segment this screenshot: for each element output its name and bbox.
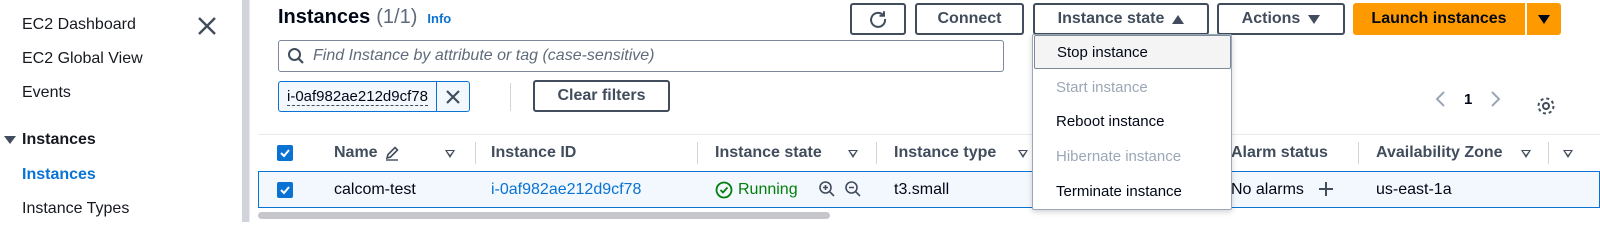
refresh-button[interactable] <box>850 3 906 35</box>
close-icon <box>446 89 460 104</box>
menu-item-terminate-instance[interactable]: Terminate instance <box>1033 174 1231 208</box>
column-header-label: Name <box>334 144 378 161</box>
sidebar-item-ec2-dashboard[interactable]: EC2 Dashboard <box>22 16 136 34</box>
sidebar: EC2 Dashboard EC2 Global View Events Ins… <box>0 0 242 222</box>
filter-token-label[interactable]: i-0af982ae212d9cf78 <box>279 82 437 111</box>
add-alarm-icon[interactable] <box>1318 181 1334 197</box>
menu-item-hibernate-instance: Hibernate instance <box>1056 147 1182 165</box>
column-divider <box>475 142 476 164</box>
actions-button[interactable]: Actions <box>1217 3 1345 35</box>
gear-icon[interactable] <box>1536 96 1556 116</box>
sidebar-section-label: Instances <box>22 131 96 148</box>
instances-panel: Instances (1/1) Info Connect Instance st… <box>250 0 1600 222</box>
sidebar-item-events[interactable]: Events <box>22 84 71 102</box>
search-bar[interactable] <box>278 40 1004 72</box>
sort-icon[interactable] <box>848 150 858 158</box>
sidebar-item-ec2-global-view[interactable]: EC2 Global View <box>22 50 143 68</box>
column-header-availability-zone[interactable]: Availability Zone <box>1376 135 1503 171</box>
sidebar-resize-handle[interactable] <box>242 0 249 222</box>
table-header: Name Instance ID Instance state Instance… <box>258 134 1600 170</box>
search-input[interactable] <box>313 47 993 65</box>
instance-state-menu: Stop instance Start instance Reboot inst… <box>1032 34 1232 210</box>
edit-icon <box>385 146 399 161</box>
search-icon <box>288 48 304 64</box>
caret-down-icon <box>1538 14 1550 24</box>
chevron-right-icon[interactable] <box>1488 90 1502 108</box>
column-header-instance-type[interactable]: Instance type <box>894 135 996 171</box>
column-header-alarm-status[interactable]: Alarm status <box>1231 135 1328 171</box>
launch-instances-button[interactable]: Launch instances <box>1353 3 1525 35</box>
cell-instance-id-link[interactable]: i-0af982ae212d9cf78 <box>491 172 641 207</box>
menu-item-start-instance: Start instance <box>1056 78 1148 96</box>
menu-item-stop-instance[interactable]: Stop instance <box>1034 35 1231 69</box>
page-title-text: Instances <box>278 6 371 28</box>
cell-availability-zone: us-east-1a <box>1376 180 1452 198</box>
instance-state-button[interactable]: Instance state <box>1033 3 1209 35</box>
column-header-instance-state[interactable]: Instance state <box>715 135 822 171</box>
zoom-out-icon[interactable] <box>844 180 862 198</box>
menu-item-reboot-instance[interactable]: Reboot instance <box>1033 104 1231 138</box>
row-checkbox[interactable] <box>277 172 293 207</box>
info-link[interactable]: Info <box>427 11 451 26</box>
check-icon <box>280 149 290 158</box>
filter-token: i-0af982ae212d9cf78 <box>278 81 470 112</box>
column-divider <box>876 142 877 164</box>
pagination: 1 <box>1434 90 1502 108</box>
connect-button[interactable]: Connect <box>915 3 1024 35</box>
caret-down-icon <box>1308 14 1321 24</box>
column-divider <box>697 142 698 164</box>
instance-count: (1/1) <box>376 6 418 28</box>
checkbox[interactable] <box>277 181 293 198</box>
column-divider <box>1548 142 1549 164</box>
sort-icon[interactable] <box>1018 150 1028 158</box>
status-text: Running <box>738 180 798 198</box>
column-divider <box>1358 142 1359 164</box>
launch-options-button[interactable] <box>1527 3 1561 35</box>
cell-instance-type: t3.small <box>894 180 950 198</box>
cell-name: calcom-test <box>334 180 416 198</box>
select-all-checkbox[interactable] <box>277 135 293 171</box>
refresh-icon <box>870 11 887 28</box>
sidebar-item-instance-types[interactable]: Instance Types <box>22 200 129 218</box>
sort-icon[interactable] <box>445 150 455 158</box>
table-row[interactable]: calcom-test i-0af982ae212d9cf78 Running … <box>258 171 1600 208</box>
clear-filters-button[interactable]: Clear filters <box>533 80 670 112</box>
chevron-left-icon[interactable] <box>1434 90 1448 108</box>
instance-state-button-label: Instance state <box>1057 10 1165 27</box>
page-number[interactable]: 1 <box>1464 91 1472 108</box>
caret-up-icon <box>1172 14 1185 24</box>
close-icon[interactable] <box>196 15 218 37</box>
column-header-name[interactable]: Name <box>334 135 400 171</box>
cell-alarm-status: No alarms <box>1231 180 1304 198</box>
remove-filter-button[interactable] <box>437 82 469 111</box>
column-header-instance-id[interactable]: Instance ID <box>491 135 576 171</box>
zoom-in-icon[interactable] <box>818 180 836 198</box>
check-icon <box>280 185 290 194</box>
caret-down-icon <box>4 136 16 144</box>
sort-icon[interactable] <box>1563 150 1573 158</box>
sidebar-section-instances[interactable]: Instances <box>4 131 96 149</box>
checkbox[interactable] <box>277 145 293 161</box>
horizontal-scrollbar[interactable] <box>258 212 830 219</box>
divider <box>510 83 511 111</box>
filter-token-value: i-0af982ae212d9cf78 <box>287 87 428 106</box>
sidebar-item-instances[interactable]: Instances <box>22 166 96 184</box>
check-circle-icon <box>715 181 733 198</box>
sort-icon[interactable] <box>1521 150 1531 158</box>
page-title: Instances (1/1) Info <box>278 6 451 29</box>
actions-button-label: Actions <box>1241 10 1301 27</box>
cell-instance-state: Running <box>715 172 798 207</box>
